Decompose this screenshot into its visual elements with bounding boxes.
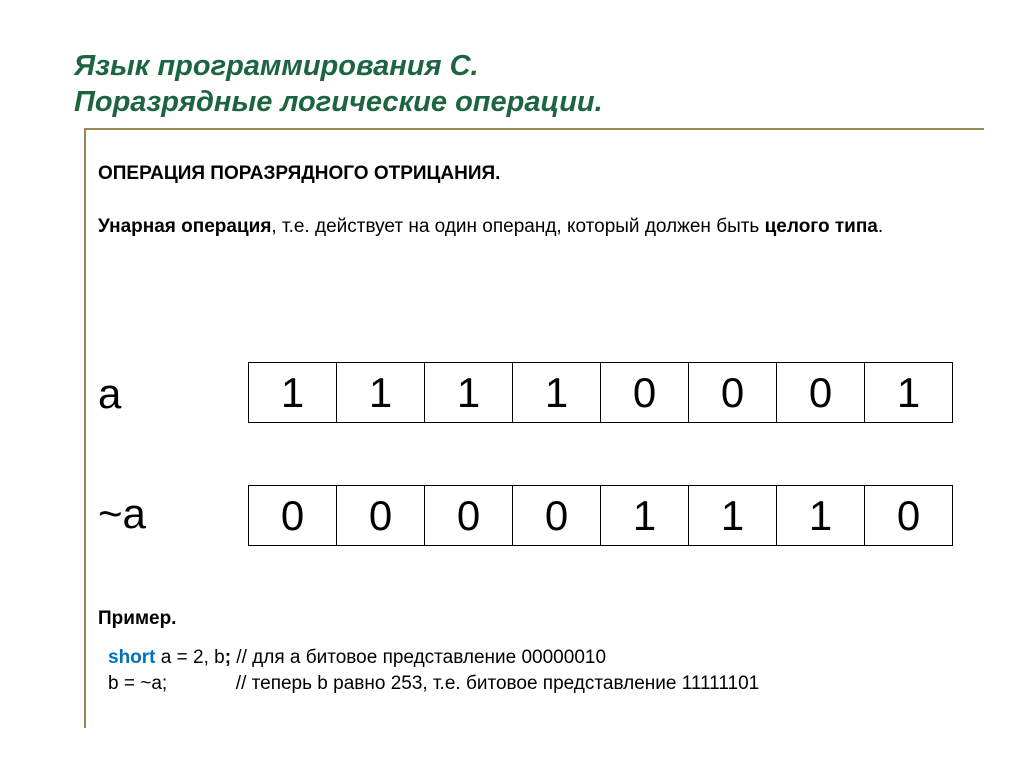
bit-cell: 0	[425, 486, 513, 546]
bit-cell: 1	[689, 486, 777, 546]
desc-tail: .	[878, 216, 883, 237]
bit-table-a: 1 1 1 1 0 0 0 1	[248, 362, 953, 423]
bit-cell: 1	[337, 363, 425, 423]
bit-cell: 0	[865, 486, 953, 546]
example-heading: Пример.	[98, 608, 176, 630]
description-paragraph: Унарная операция, т.е. действует на один…	[98, 215, 964, 240]
desc-middle: , т.е. действует на один операнд, которы…	[271, 216, 764, 237]
vertical-rule	[84, 128, 86, 728]
bit-cell: 1	[777, 486, 865, 546]
bit-cell: 1	[425, 363, 513, 423]
bit-cell: 0	[689, 363, 777, 423]
variable-not-a-label: ~a	[98, 490, 146, 538]
title-line-2: Поразрядные логические операции.	[74, 84, 964, 120]
bit-cell: 1	[249, 363, 337, 423]
bit-cell: 0	[337, 486, 425, 546]
code-text: b = ~a;	[108, 673, 167, 694]
desc-strong-unary: Унарная операция	[98, 216, 271, 237]
title-line-1: Язык программирования С.	[74, 48, 964, 84]
code-comment: // теперь b равно 253, т.е. битовое пред…	[236, 673, 759, 694]
table-row: 1 1 1 1 0 0 0 1	[249, 363, 953, 423]
table-row: 0 0 0 0 1 1 1 0	[249, 486, 953, 546]
section-heading: ОПЕРАЦИЯ ПОРАЗРЯДНОГО ОТРИЦАНИЯ.	[98, 163, 500, 185]
bit-table-not-a: 0 0 0 0 1 1 1 0	[248, 485, 953, 546]
slide-title: Язык программирования С. Поразрядные лог…	[74, 48, 964, 121]
bit-cell: 1	[601, 486, 689, 546]
code-comment: // для а битовое представление 00000010	[231, 647, 606, 668]
code-line-2: b = ~a; // теперь b равно 253, т.е. бито…	[108, 671, 964, 697]
bit-cell: 0	[777, 363, 865, 423]
code-text: a = 2, b	[156, 647, 225, 668]
bit-cell: 1	[865, 363, 953, 423]
keyword-short: short	[108, 647, 156, 668]
code-example: short a = 2, b; // для а битовое предста…	[108, 645, 964, 696]
bit-cell: 0	[601, 363, 689, 423]
desc-strong-int-type: целого типа	[765, 216, 878, 237]
code-spacer	[167, 673, 236, 694]
bit-cell: 0	[249, 486, 337, 546]
bit-cell: 1	[513, 363, 601, 423]
variable-a-label: a	[98, 370, 121, 418]
code-line-1: short a = 2, b; // для а битовое предста…	[108, 645, 964, 671]
horizontal-rule	[84, 128, 984, 130]
bit-cell: 0	[513, 486, 601, 546]
